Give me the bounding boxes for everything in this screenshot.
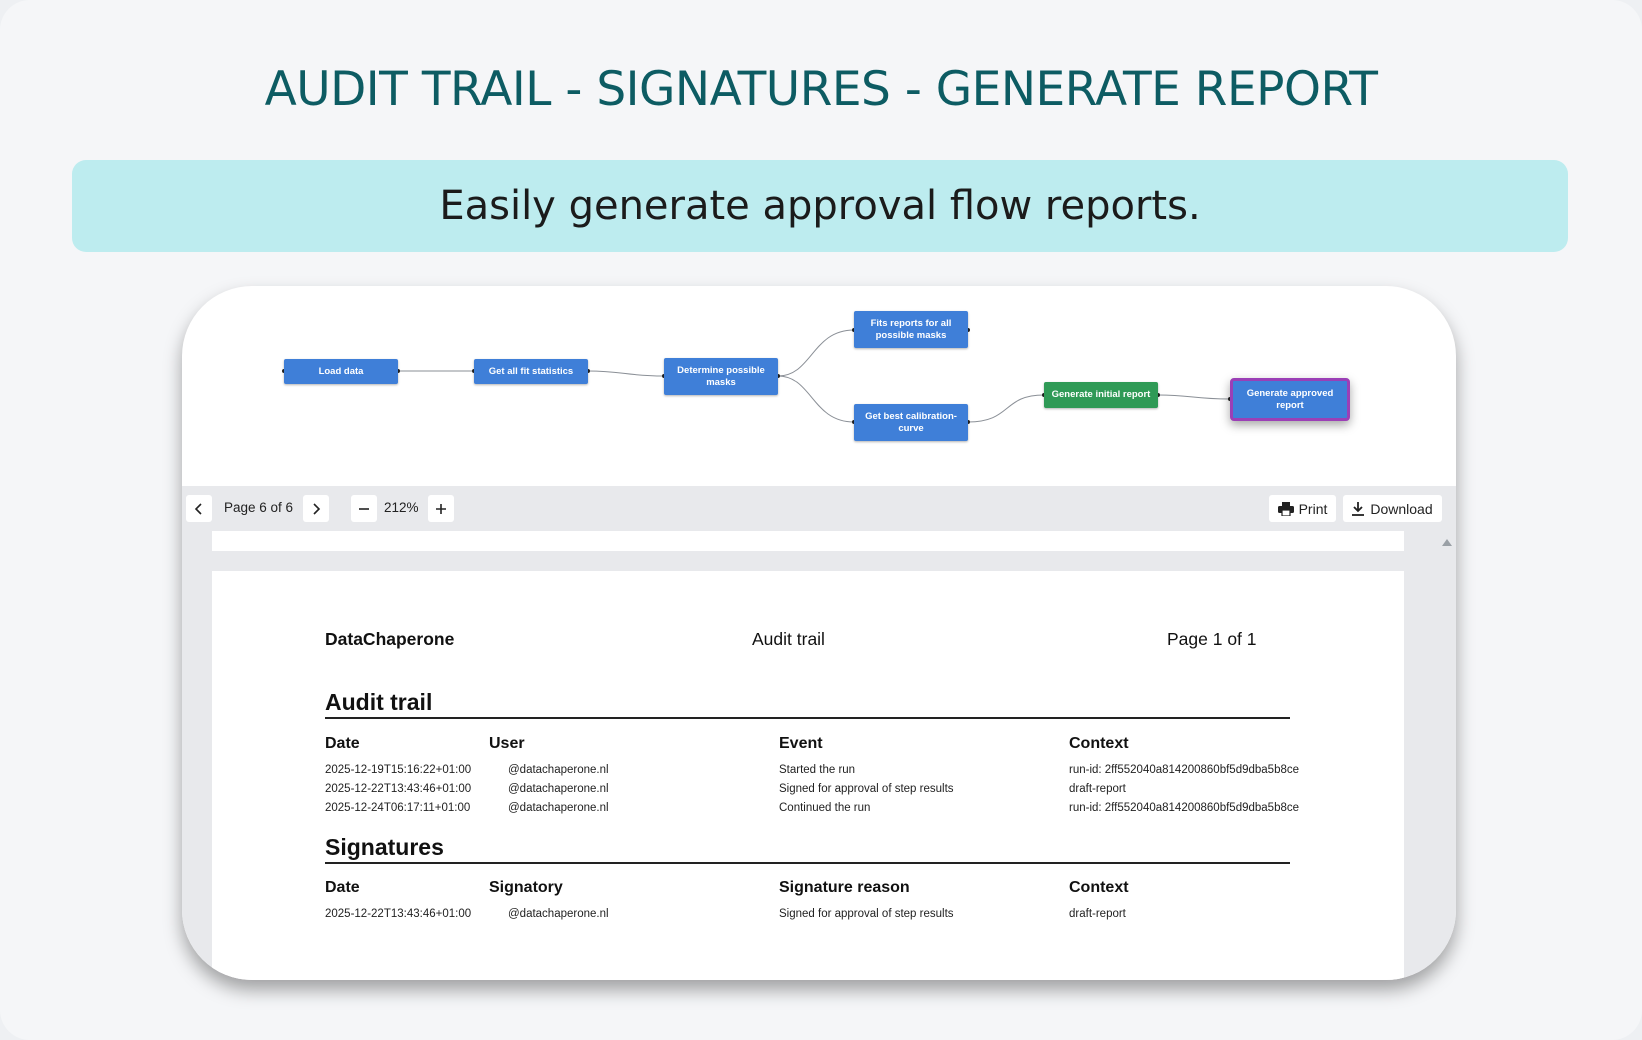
minus-icon [359, 507, 369, 510]
flow-node-fit-statistics[interactable]: Get all fit statistics [474, 359, 588, 384]
flow-node-best-calibration[interactable]: Get best calibration-curve [854, 404, 968, 441]
signatures-col-signatory: Signatory [489, 879, 563, 896]
signatures-row-1-date: 2025-12-22T13:43:46+01:00 [325, 908, 472, 920]
audit-row-3-date: 2025-12-24T06:17:11+01:00 [325, 802, 471, 814]
next-page-button[interactable] [303, 495, 329, 522]
download-icon [1352, 501, 1365, 516]
prev-page-button[interactable] [186, 495, 212, 522]
signatures-row-1-reason: Signed for approval of step results [779, 908, 954, 920]
flow-node-initial-report[interactable]: Generate initial report [1044, 382, 1158, 408]
zoom-out-button[interactable] [351, 495, 377, 522]
page-title: AUDIT TRAIL - SIGNATURES - GENERATE REPO… [264, 62, 1378, 117]
plus-icon [436, 503, 446, 514]
scroll-up-arrow-icon[interactable] [1442, 539, 1452, 546]
audit-col-event: Event [779, 735, 823, 752]
signatures-section-title: Signatures [325, 834, 444, 860]
signatures-row-1-context: draft-report [1069, 908, 1126, 920]
flow-node-fits-reports[interactable]: Fits reports for all possible masks [854, 311, 968, 348]
zoom-level: 212% [384, 500, 419, 515]
workflow-diagram: Load data Get all fit statistics Determi… [182, 286, 1456, 486]
audit-col-context: Context [1069, 735, 1129, 752]
report-doc-title: Audit trail [752, 629, 825, 649]
pdf-toolbar: Page 6 of 6 212% Print Download [182, 486, 1456, 531]
audit-divider [325, 717, 1290, 719]
audit-row-1-event: Started the run [779, 764, 856, 776]
report-brand: DataChaperone [325, 629, 455, 649]
chevron-left-icon [194, 502, 202, 515]
signatures-col-reason: Signature reason [779, 879, 910, 896]
previous-page-sheet [212, 531, 1404, 551]
print-label: Print [1298, 500, 1328, 517]
edge-initial-to-approved [1157, 394, 1231, 400]
print-button[interactable]: Print [1269, 495, 1336, 522]
audit-row-1-user: @datachaperone.nl [508, 764, 609, 776]
flow-node-approved-report[interactable]: Generate approved report [1230, 378, 1350, 421]
printer-icon [1277, 501, 1294, 516]
audit-row-3-event: Continued the run [779, 802, 871, 814]
flow-node-possible-masks[interactable]: Determine possible masks [664, 358, 778, 395]
zoom-in-button[interactable] [428, 495, 454, 522]
report-page-info: Page 1 of 1 [1167, 629, 1257, 649]
download-label: Download [1370, 500, 1433, 517]
document-viewer[interactable]: DataChaperone Audit trail Page 1 of 1 Au… [182, 531, 1456, 980]
audit-row-3-user: @datachaperone.nl [508, 802, 609, 814]
edge-masks-to-calibration [777, 375, 855, 423]
chevron-right-icon [313, 502, 321, 515]
audit-col-user: User [489, 735, 525, 752]
audit-row-2-context: draft-report [1069, 783, 1126, 795]
edge-masks-to-fits [777, 329, 855, 377]
subtitle-text: Easily generate approval flow reports. [439, 183, 1201, 229]
audit-row-1-date: 2025-12-19T15:16:22+01:00 [325, 764, 472, 776]
report-page: DataChaperone Audit trail Page 1 of 1 Au… [212, 571, 1404, 980]
edge-calibration-to-initial [967, 394, 1045, 423]
audit-row-1-context: run-id: 2ff552040a814200860bf5d9dba5b8ce [1069, 764, 1299, 776]
app-window: Load data Get all fit statistics Determi… [182, 286, 1456, 980]
signatures-row-1-signatory: @datachaperone.nl [508, 908, 609, 920]
signatures-col-context: Context [1069, 879, 1129, 896]
download-button[interactable]: Download [1343, 495, 1442, 522]
audit-row-3-context: run-id: 2ff552040a814200860bf5d9dba5b8ce [1069, 802, 1299, 814]
audit-col-date: Date [325, 735, 360, 752]
flow-node-load-data[interactable]: Load data [284, 359, 398, 384]
audit-row-2-event: Signed for approval of step results [779, 783, 954, 795]
edge-fit-to-masks [587, 370, 665, 377]
page-indicator: Page 6 of 6 [224, 500, 294, 515]
audit-row-2-user: @datachaperone.nl [508, 783, 609, 795]
audit-section-title: Audit trail [325, 689, 433, 715]
subtitle-banner: Easily generate approval flow reports. [72, 160, 1568, 252]
signatures-col-date: Date [325, 879, 360, 896]
signatures-divider [325, 862, 1290, 864]
audit-row-2-date: 2025-12-22T13:43:46+01:00 [325, 783, 472, 795]
